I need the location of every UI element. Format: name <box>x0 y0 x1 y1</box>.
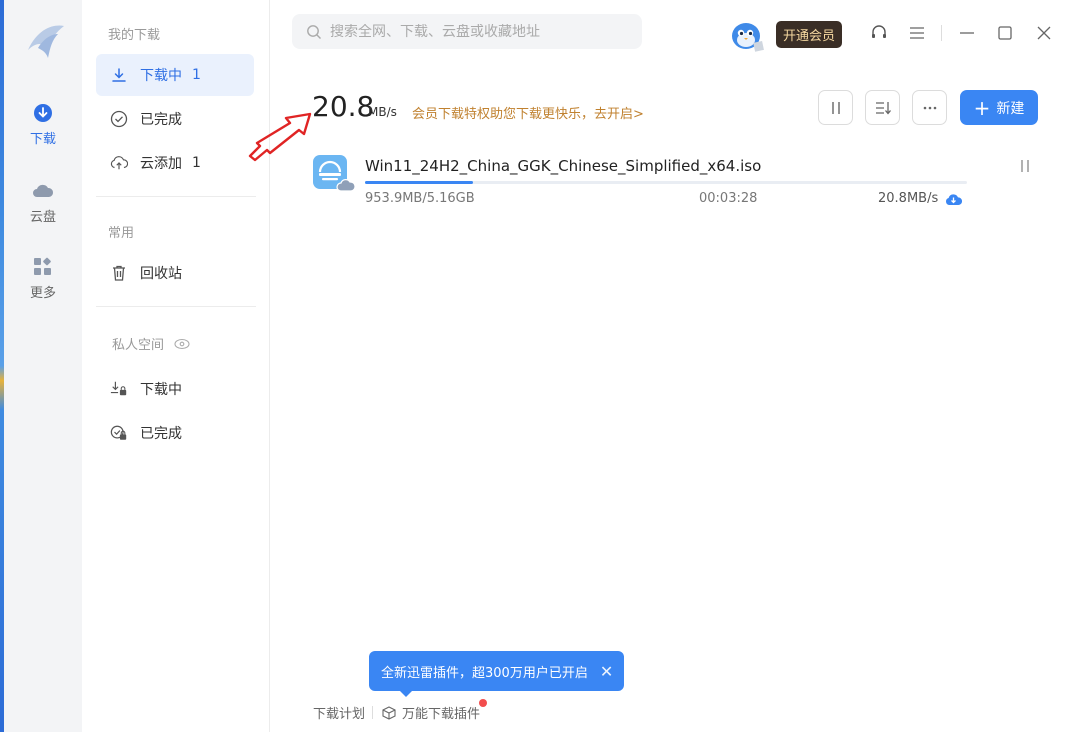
download-arrow-icon <box>110 66 128 84</box>
sidebar-item-count: 1 <box>192 155 201 171</box>
tooltip-text: 全新迅雷插件，超300万用户已开启 <box>381 665 588 681</box>
sidebar-item-label: 下载中 <box>140 68 182 84</box>
search-input[interactable] <box>330 23 630 40</box>
search-icon <box>307 24 321 39</box>
sidebar-item-label: 回收站 <box>140 266 182 282</box>
check-circle-icon <box>110 110 128 128</box>
cloud-upload-icon <box>110 154 128 172</box>
eye-icon[interactable] <box>174 338 190 350</box>
locked-download-icon <box>110 380 128 398</box>
vip-promo-link[interactable]: 会员下载特权助您下载更快乐，去开启> <box>412 103 644 122</box>
cloud-accelerate-icon[interactable] <box>945 191 962 208</box>
footer-separator <box>372 706 373 719</box>
app-rail: 下载 云盘 更多 <box>4 0 82 732</box>
tooltip-arrow <box>399 690 413 697</box>
sidebar-item-label: 下载中 <box>140 382 182 398</box>
plugin-label: 万能下载插件 <box>402 707 481 722</box>
annotation-arrow-icon <box>248 112 312 162</box>
task-remaining-time: 00:03:28 <box>699 191 758 206</box>
avatar[interactable] <box>730 18 766 52</box>
plugin-promo-tooltip: 全新迅雷插件，超300万用户已开启 ✕ <box>369 651 624 691</box>
rail-item-cloud[interactable]: 云盘 <box>4 180 82 225</box>
pause-icon <box>831 101 840 114</box>
sidebar-item-label: 云添加 <box>140 156 182 172</box>
new-task-label: 新建 <box>996 100 1025 117</box>
task-size: 953.9MB/5.16GB <box>365 191 475 206</box>
more-dots-icon <box>923 106 936 109</box>
task-progress-bar <box>365 181 967 184</box>
rail-item-more[interactable]: 更多 <box>4 256 82 301</box>
app-logo-icon <box>28 25 64 58</box>
common-heading: 常用 <box>108 226 135 241</box>
sidebar-divider <box>96 306 256 307</box>
sidebar-item-cloud-add[interactable]: 云添加 1 <box>96 142 254 184</box>
sidebar-item-private-completed[interactable]: 已完成 <box>96 412 254 454</box>
task-file-name[interactable]: Win11_24H2_China_GGK_Chinese_Simplified_… <box>365 157 761 175</box>
more-options-button[interactable] <box>912 90 947 125</box>
task-pause-button[interactable] <box>1015 157 1035 175</box>
notification-dot <box>479 699 487 707</box>
plus-icon: + <box>973 95 991 120</box>
maximize-icon[interactable] <box>994 22 1016 44</box>
my-downloads-heading: 我的下载 <box>108 28 161 43</box>
vip-button[interactable]: 开通会员 <box>776 21 842 48</box>
sidebar-item-private-downloading[interactable]: 下载中 <box>96 368 254 410</box>
tooltip-close-icon[interactable]: ✕ <box>600 662 613 681</box>
locked-check-icon <box>110 424 128 442</box>
sort-icon <box>875 101 891 115</box>
rail-item-label: 下载 <box>29 132 56 147</box>
total-speed-value: 20.8 <box>312 90 375 123</box>
task-progress-fill <box>365 181 474 184</box>
sidebar: 我的下载 下载中 1 已完成 云添加 1 常用 回收站 私人空间 下载中 已完成 <box>82 0 270 732</box>
sidebar-item-recycle-bin[interactable]: 回收站 <box>96 252 254 294</box>
download-plugin-link[interactable]: 万能下载插件 <box>382 703 480 722</box>
sidebar-item-downloading[interactable]: 下载中 1 <box>96 54 254 96</box>
download-icon <box>32 102 54 124</box>
sidebar-item-label: 已完成 <box>140 112 182 128</box>
cube-icon <box>382 705 396 720</box>
sidebar-divider <box>96 196 256 197</box>
total-speed-unit: MB/s <box>368 105 397 119</box>
rail-item-label: 更多 <box>29 286 56 301</box>
rail-item-label: 云盘 <box>29 210 56 225</box>
sort-button[interactable] <box>865 90 900 125</box>
new-task-button[interactable]: + 新建 <box>960 90 1038 125</box>
search-box[interactable] <box>292 14 642 49</box>
pause-icon <box>1021 160 1029 172</box>
private-space-heading: 私人空间 <box>112 334 190 353</box>
titlebar-separator <box>941 25 942 41</box>
close-icon[interactable] <box>1033 22 1055 44</box>
sidebar-item-label: 已完成 <box>140 426 182 442</box>
support-headset-icon[interactable] <box>868 22 890 44</box>
disc-image-file-icon <box>313 155 355 192</box>
menu-icon[interactable] <box>906 22 928 44</box>
sidebar-item-count: 1 <box>192 67 201 83</box>
rail-item-download[interactable]: 下载 <box>4 102 82 147</box>
pause-all-button[interactable] <box>818 90 853 125</box>
trash-icon <box>110 264 128 282</box>
cloud-icon <box>32 180 54 202</box>
apps-icon <box>32 256 54 278</box>
sidebar-item-completed[interactable]: 已完成 <box>96 98 254 140</box>
task-speed: 20.8MB/s <box>878 191 939 206</box>
download-plan-link[interactable]: 下载计划 <box>313 703 365 722</box>
private-space-label: 私人空间 <box>112 338 165 353</box>
minimize-icon[interactable] <box>956 22 978 44</box>
